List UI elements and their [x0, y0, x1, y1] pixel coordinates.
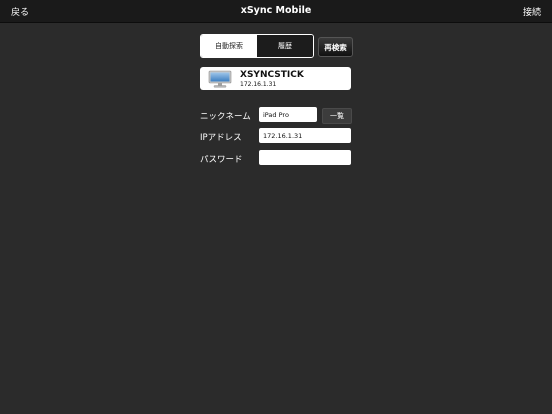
tab-history[interactable]: 履歴 — [257, 35, 313, 57]
device-ip: 172.16.1.31 — [240, 81, 277, 88]
connect-button[interactable]: 接続 — [523, 5, 541, 18]
device-name: XSYNCSTICK — [240, 70, 304, 80]
navigation-bar: 戻る xSync Mobile 接続 — [0, 0, 552, 23]
ip-address-field[interactable]: 172.16.1.31 — [259, 128, 351, 143]
nickname-field[interactable]: iPad Pro — [259, 107, 317, 122]
ip-address-label: IPアドレス — [200, 133, 242, 143]
device-list-item[interactable]: XSYNCSTICK 172.16.1.31 — [200, 67, 351, 90]
password-field[interactable] — [259, 150, 351, 165]
app-title: xSync Mobile — [240, 5, 312, 16]
list-button[interactable]: 一覧 — [322, 108, 352, 124]
tab-auto-search[interactable]: 自動探索 — [201, 35, 257, 57]
password-label: パスワード — [200, 155, 243, 165]
nickname-label: ニックネーム — [200, 112, 251, 122]
rescan-button[interactable]: 再検索 — [318, 37, 353, 57]
discovery-segmented-control: 自動探索 履歴 — [200, 34, 314, 58]
monitor-icon — [208, 70, 232, 88]
